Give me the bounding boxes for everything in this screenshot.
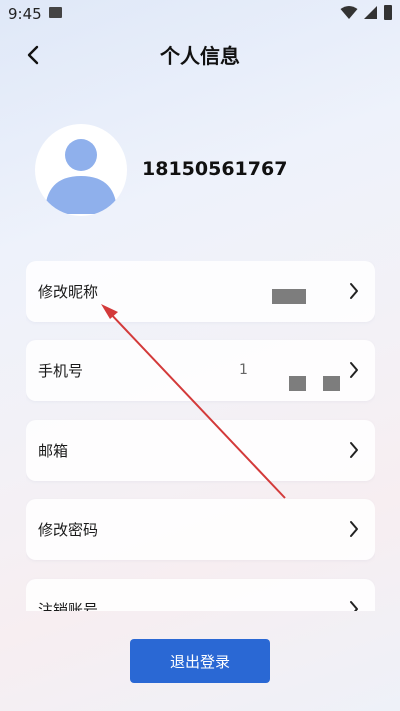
avatar[interactable] (35, 124, 127, 216)
redacted-nickname (272, 289, 306, 304)
logout-button[interactable]: 退出登录 (130, 639, 270, 683)
account-phone: 18150561767 (142, 158, 288, 180)
chevron-right-icon (350, 442, 358, 458)
redacted-phone-part (323, 376, 340, 391)
chevron-right-icon (350, 283, 358, 299)
menu-item-label: 邮箱 (38, 442, 69, 460)
signal-icon (364, 6, 377, 19)
menu-item-label: 注销账号 (38, 601, 99, 611)
wifi-icon (340, 6, 358, 19)
menu-item-change-password[interactable]: 修改密码 (26, 499, 375, 560)
menu-item-email[interactable]: 邮箱 (26, 420, 375, 481)
status-time: 9:45 (8, 5, 42, 23)
status-bar: 9:45 (0, 0, 400, 28)
phone-value: 1 (239, 362, 248, 378)
chevron-right-icon (350, 521, 358, 537)
menu-item-label: 手机号 (38, 362, 84, 380)
profile-section: 18150561767 (0, 120, 400, 220)
battery-icon (384, 5, 392, 20)
menu-item-edit-nickname[interactable]: 修改昵称 (26, 261, 375, 322)
chevron-right-icon (350, 601, 358, 611)
menu-item-label: 修改密码 (38, 521, 99, 539)
page-title: 个人信息 (160, 44, 240, 68)
settings-menu: 修改昵称 手机号 1 邮箱 修改密码 注销账号 (26, 261, 375, 611)
chevron-right-icon (350, 362, 358, 378)
menu-item-label: 修改昵称 (38, 283, 99, 301)
gallery-notification-icon (49, 7, 62, 18)
header: 个人信息 (0, 28, 400, 84)
menu-item-phone[interactable]: 手机号 1 (26, 340, 375, 401)
redacted-phone-part (289, 376, 306, 391)
avatar-icon (45, 139, 117, 214)
menu-item-delete-account[interactable]: 注销账号 (26, 579, 375, 611)
